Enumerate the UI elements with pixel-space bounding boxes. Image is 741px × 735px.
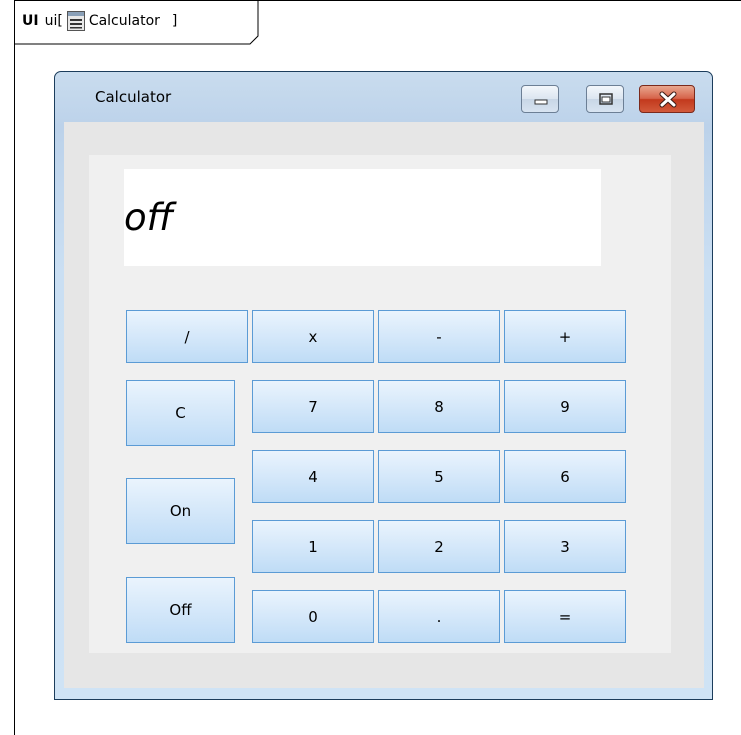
equals-button[interactable]: = [504,590,626,643]
frame-element-name: Calculator [88,13,160,29]
on-button[interactable]: On [126,478,235,544]
digit-4-button[interactable]: 4 [252,450,374,503]
frame-keyword: UI [22,13,39,29]
subtract-button[interactable]: - [378,310,500,363]
frame-name: ui [44,13,58,29]
minimize-icon [534,99,548,105]
digit-5-button[interactable]: 5 [378,450,500,503]
digit-7-button[interactable]: 7 [252,380,374,433]
calculator-window: Calculator off / x - + C 7 8 9 4 5 6 On … [54,71,713,700]
window-form-icon [66,11,85,31]
window-titlebar[interactable]: Calculator [55,72,712,124]
maximize-button[interactable] [586,85,624,113]
digit-1-button[interactable]: 1 [252,520,374,573]
window-client-area: off / x - + C 7 8 9 4 5 6 On 1 2 3 Off 0… [64,122,704,688]
digit-8-button[interactable]: 8 [378,380,500,433]
close-button[interactable] [639,85,695,113]
calculator-display: off [124,169,601,266]
frame-border-left [14,0,15,735]
close-icon [659,91,677,108]
off-button[interactable]: Off [126,577,235,643]
digit-0-button[interactable]: 0 [252,590,374,643]
multiply-button[interactable]: x [252,310,374,363]
add-button[interactable]: + [504,310,626,363]
clear-button[interactable]: C [126,380,235,446]
maximize-icon [599,93,613,105]
display-value: off [124,196,174,239]
minimize-button[interactable] [521,85,559,113]
decimal-button[interactable]: . [378,590,500,643]
ui-diagram-canvas: UI ui [ Calculator ] Calculator off / x … [0,0,741,735]
digit-9-button[interactable]: 9 [504,380,626,433]
digit-3-button[interactable]: 3 [504,520,626,573]
window-title: Calculator [95,88,172,106]
divide-button[interactable]: / [126,310,248,363]
digit-2-button[interactable]: 2 [378,520,500,573]
digit-6-button[interactable]: 6 [504,450,626,503]
frame-bracket-close: ] [171,13,178,29]
frame-heading: UI ui [ Calculator ] [22,10,180,32]
frame-bracket-open: [ [57,13,63,29]
calculator-panel: off / x - + C 7 8 9 4 5 6 On 1 2 3 Off 0… [89,155,671,653]
